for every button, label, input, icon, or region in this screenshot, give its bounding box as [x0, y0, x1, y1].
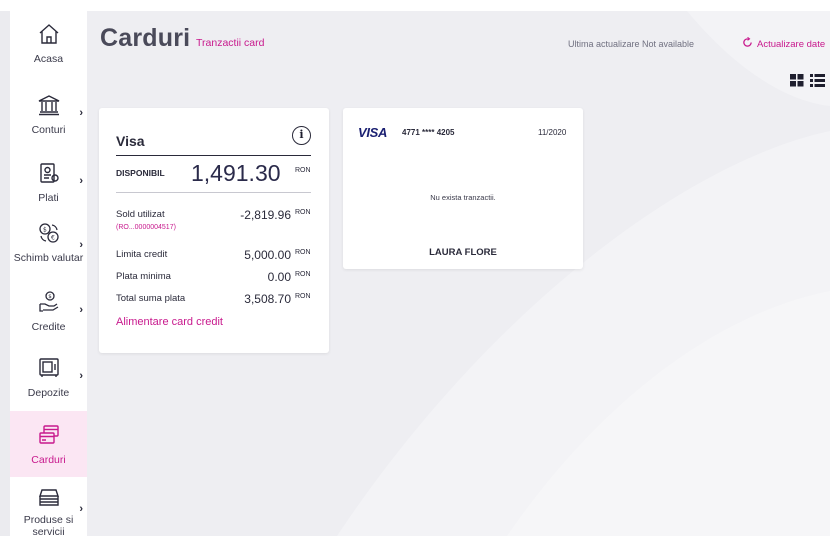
- products-stack-icon: [37, 487, 61, 512]
- grid-view-icon[interactable]: [790, 74, 804, 92]
- card-name: Visa: [116, 133, 145, 149]
- sidebar-item-depozite[interactable]: Depozite ›: [10, 356, 87, 414]
- credit-limit-value: 5,000.00: [244, 248, 291, 262]
- sidebar-item-acasa[interactable]: Acasa: [10, 22, 87, 80]
- sidebar-item-label: Schimb valutar: [13, 252, 84, 264]
- credit-limit-label: Limita credit: [116, 249, 168, 260]
- sidebar-item-schimb-valutar[interactable]: $ € Schimb valutar ›: [10, 221, 87, 285]
- refresh-button[interactable]: Actualizare date: [742, 36, 826, 51]
- used-balance-currency: RON: [295, 209, 311, 216]
- currency-exchange-icon: $ €: [37, 221, 61, 250]
- total-payment-currency: RON: [295, 293, 311, 300]
- chevron-right-icon: ›: [79, 304, 83, 316]
- divider: [116, 155, 311, 156]
- last-update-text: Ultima actualizare Not available: [568, 39, 695, 49]
- minimum-payment-value: 0.00: [267, 270, 291, 284]
- used-balance-value: -2,819.96: [240, 208, 291, 222]
- sidebar-item-carduri[interactable]: Carduri: [10, 411, 87, 477]
- safe-icon: [37, 356, 61, 385]
- chevron-right-icon: ›: [79, 503, 83, 515]
- sidebar-item-label: Credite: [31, 321, 66, 333]
- sidebar-item-produse-si-servicii[interactable]: Produse si servicii ›: [10, 479, 87, 536]
- svg-text:$: $: [43, 227, 47, 234]
- chevron-right-icon: ›: [79, 239, 83, 251]
- sidebar-item-credite[interactable]: $ Credite ›: [10, 290, 87, 348]
- minimum-payment-label: Plata minima: [116, 271, 171, 282]
- refresh-icon: [742, 36, 753, 51]
- chevron-right-icon: ›: [79, 107, 83, 119]
- card-number: 4771 **** 4205: [402, 128, 455, 137]
- refresh-label: Actualizare date: [757, 38, 826, 50]
- sidebar-item-label: Plati: [38, 192, 59, 204]
- cards-icon: [37, 423, 61, 452]
- available-currency: RON: [295, 167, 311, 174]
- payment-doc-icon: [37, 161, 61, 190]
- view-toggle: [790, 74, 825, 92]
- sidebar-item-label: Produse si servicii: [23, 514, 74, 536]
- chevron-right-icon: ›: [79, 175, 83, 187]
- credit-limit-currency: RON: [295, 249, 311, 256]
- divider: [116, 192, 311, 193]
- info-icon[interactable]: i: [292, 126, 311, 145]
- used-balance-label: Sold utilizat: [116, 209, 165, 220]
- sidebar-item-label: Depozite: [27, 387, 70, 399]
- list-view-icon[interactable]: [810, 74, 825, 92]
- svg-text:€: €: [51, 235, 55, 242]
- sidebar-item-label: Conturi: [31, 124, 66, 136]
- home-icon: [37, 22, 61, 51]
- topup-credit-card-link[interactable]: Alimentare card credit: [116, 316, 223, 328]
- card-holder-name: LAURA FLORE: [429, 247, 497, 258]
- sidebar: Acasa Conturi › Plati › $ € Schimb valut…: [10, 11, 87, 536]
- account-link[interactable]: (RO...0000004517): [116, 224, 176, 231]
- card-expiry: 11/2020: [538, 128, 567, 137]
- minimum-payment-currency: RON: [295, 271, 311, 278]
- no-transactions-text: Nu exista tranzactii.: [430, 193, 496, 202]
- bank-icon: [37, 93, 61, 122]
- chevron-right-icon: ›: [79, 370, 83, 382]
- total-payment-label: Total suma plata: [116, 293, 186, 304]
- svg-text:$: $: [48, 294, 52, 300]
- sidebar-item-plati[interactable]: Plati ›: [10, 161, 87, 219]
- card-tile[interactable]: VISA 4771 **** 4205 11/2020 Nu exista tr…: [343, 108, 583, 269]
- visa-logo: VISA: [358, 125, 388, 140]
- top-strip: [0, 0, 830, 11]
- card-detail-panel: Visa i DISPONIBIL 1,491.30 RON Sold util…: [99, 108, 329, 353]
- page-title: Carduri: [100, 24, 191, 52]
- sidebar-item-conturi[interactable]: Conturi ›: [10, 93, 87, 151]
- sidebar-item-label: Acasa: [33, 53, 64, 65]
- credit-hand-icon: $: [37, 290, 61, 319]
- available-label: DISPONIBIL: [116, 168, 165, 178]
- sidebar-item-label: Carduri: [31, 454, 66, 466]
- transactions-link[interactable]: Tranzactii card: [196, 37, 264, 49]
- total-payment-value: 3,508.70: [244, 292, 291, 306]
- available-balance: 1,491.30: [191, 160, 281, 186]
